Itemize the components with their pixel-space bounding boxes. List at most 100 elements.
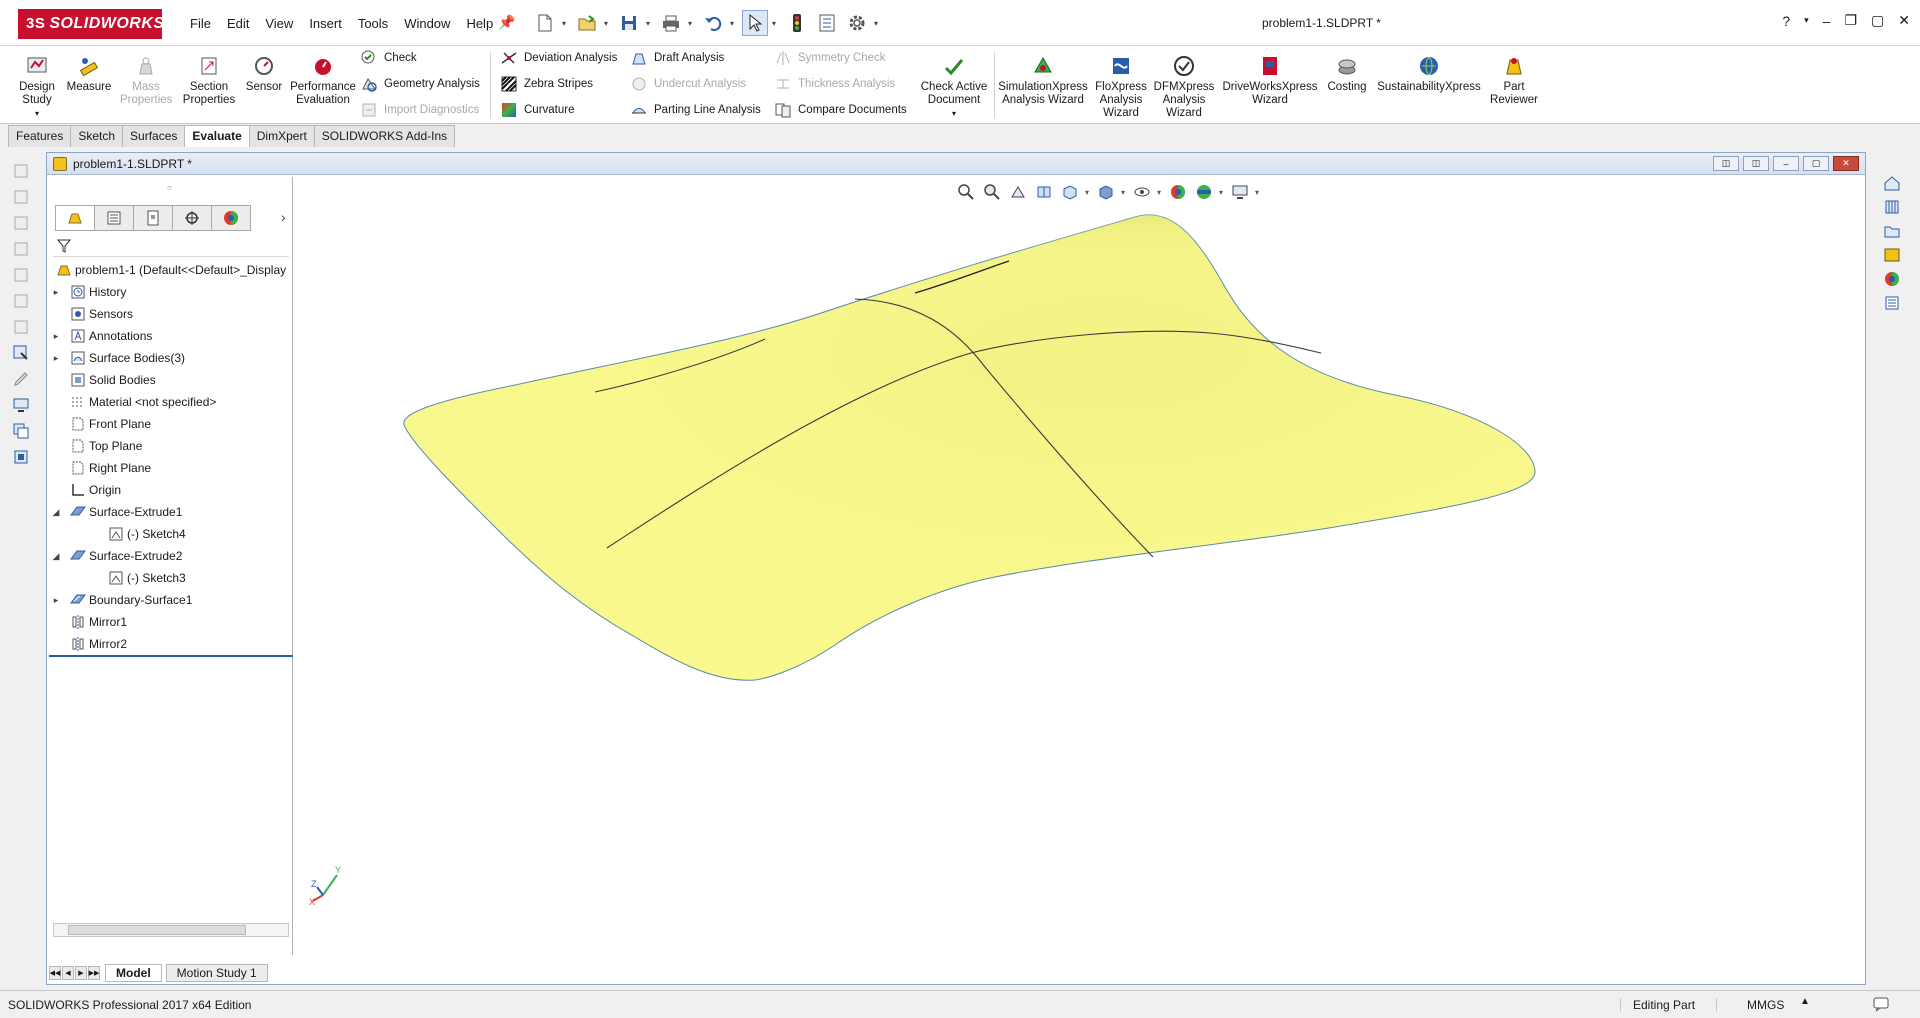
tree-item[interactable]: Material <not specified>: [49, 391, 293, 413]
help-icon[interactable]: ?: [1782, 13, 1790, 29]
configurationmanager-tab-icon[interactable]: [133, 205, 173, 231]
chevron-right-icon[interactable]: ›: [281, 209, 286, 225]
tab-motion-study-1[interactable]: Motion Study 1: [165, 964, 268, 982]
tree-item[interactable]: ▸ History: [49, 281, 293, 303]
expand-arrow-icon[interactable]: ▸: [51, 287, 61, 298]
select-dropdown-icon[interactable]: ▾: [772, 19, 780, 28]
tree-item[interactable]: Right Plane: [49, 457, 293, 479]
last-tab-icon[interactable]: ▶▶: [88, 966, 100, 980]
pin-menu-icon[interactable]: 📌: [498, 14, 515, 31]
file-properties-icon[interactable]: [814, 10, 840, 36]
toolbar-view-icon[interactable]: [10, 316, 32, 338]
tree-item[interactable]: Mirror1: [49, 611, 293, 633]
tab-dimxpert[interactable]: DimXpert: [248, 125, 315, 147]
check-active-document-dropdown-icon[interactable]: ▾: [918, 107, 990, 120]
driveworksxpress-button[interactable]: DriveWorksXpress Wizard: [1220, 54, 1320, 107]
unit-system-dropdown-icon[interactable]: ▲: [1800, 996, 1810, 1007]
toolbar-view-icon[interactable]: [10, 238, 32, 260]
solidworks-logo[interactable]: 3S SOLIDWORKS: [18, 9, 164, 39]
print-dropdown-icon[interactable]: ▾: [688, 19, 696, 28]
tree-item[interactable]: ▸ Surface Bodies(3): [49, 347, 293, 369]
tab-sketch[interactable]: Sketch: [70, 125, 124, 147]
tile-right-icon[interactable]: ◫: [1743, 156, 1769, 171]
tab-features[interactable]: Features: [8, 125, 72, 147]
close-icon[interactable]: ✕: [1898, 12, 1910, 29]
toolbar-selection-icon[interactable]: [10, 342, 32, 364]
unit-system-selector[interactable]: MMGS: [1716, 998, 1784, 1012]
tab-solidworks-add-ins[interactable]: SOLIDWORKS Add-Ins: [313, 125, 456, 147]
collapse-arrow-icon[interactable]: ◢: [51, 551, 61, 562]
menu-help[interactable]: Help: [458, 14, 501, 33]
featuremanager-tab-icon[interactable]: [55, 205, 95, 231]
menu-view[interactable]: View: [257, 14, 301, 33]
expand-arrow-icon[interactable]: ▸: [51, 595, 61, 606]
tree-item[interactable]: ▸ Boundary-Surface1: [49, 589, 293, 611]
maximize-icon[interactable]: ▢: [1871, 12, 1884, 29]
help-dropdown-icon[interactable]: ▾: [1804, 15, 1809, 26]
feature-tree-horizontal-scrollbar[interactable]: [53, 923, 289, 937]
check-button[interactable]: Check: [360, 48, 417, 68]
options-dropdown-icon[interactable]: ▾: [874, 19, 882, 28]
scrollbar-thumb[interactable]: [68, 925, 246, 935]
curvature-button[interactable]: Curvature: [500, 100, 575, 120]
custom-properties-icon[interactable]: [1880, 292, 1904, 314]
toolbar-view-icon[interactable]: [10, 264, 32, 286]
part-reviewer-button[interactable]: Part Reviewer: [1488, 54, 1540, 107]
tree-item[interactable]: Front Plane: [49, 413, 293, 435]
tree-item[interactable]: Sensors: [49, 303, 293, 325]
geometry-analysis-button[interactable]: Geometry Analysis: [360, 74, 480, 94]
minimize-icon[interactable]: –: [1823, 13, 1831, 29]
toolbar-edit-icon[interactable]: [10, 368, 32, 390]
zebra-stripes-button[interactable]: Zebra Stripes: [500, 74, 593, 94]
parting-line-analysis-button[interactable]: Parting Line Analysis: [630, 100, 761, 120]
tree-item[interactable]: Top Plane: [49, 435, 293, 457]
expand-arrow-icon[interactable]: ▸: [51, 353, 61, 364]
new-document-icon[interactable]: [532, 10, 558, 36]
tile-left-icon[interactable]: ◫: [1713, 156, 1739, 171]
tab-evaluate[interactable]: Evaluate: [184, 125, 250, 147]
print-icon[interactable]: [658, 10, 684, 36]
performance-evaluation-button[interactable]: Performance Evaluation: [290, 54, 356, 107]
menu-edit[interactable]: Edit: [219, 14, 257, 33]
surface-model-viewport[interactable]: [295, 177, 1865, 955]
dfmxpress-button[interactable]: DFMXpress Analysis Wizard: [1152, 54, 1216, 120]
tree-item[interactable]: (-) Sketch4: [49, 523, 293, 545]
doc-close-icon[interactable]: ✕: [1833, 156, 1859, 171]
costing-button[interactable]: Costing: [1324, 54, 1370, 94]
new-dropdown-icon[interactable]: ▾: [562, 19, 570, 28]
tree-item[interactable]: Origin: [49, 479, 293, 501]
doc-maximize-icon[interactable]: ▢: [1803, 156, 1829, 171]
first-tab-icon[interactable]: ◀◀: [49, 966, 61, 980]
tree-filter[interactable]: [53, 235, 289, 257]
rebuild-icon[interactable]: [784, 10, 810, 36]
tab-model[interactable]: Model: [105, 964, 162, 982]
section-properties-button[interactable]: Section Properties: [180, 54, 238, 107]
collapse-arrow-icon[interactable]: ◢: [51, 507, 61, 518]
dimxpertmanager-tab-icon[interactable]: [172, 205, 212, 231]
tree-root[interactable]: problem1-1 (Default<<Default>_Display: [49, 259, 293, 281]
view-palette-icon[interactable]: [1880, 244, 1904, 266]
appearances-scenes-icon[interactable]: [1880, 268, 1904, 290]
toolbar-view-icon[interactable]: [10, 212, 32, 234]
mass-properties-button[interactable]: Mass Properties: [120, 54, 172, 107]
menu-tools[interactable]: Tools: [350, 14, 396, 33]
floxpress-button[interactable]: FloXpress Analysis Wizard: [1094, 54, 1148, 120]
tree-item[interactable]: ◢ Surface-Extrude2: [49, 545, 293, 567]
tree-item[interactable]: ◢ Surface-Extrude1: [49, 501, 293, 523]
simulationxpress-button[interactable]: SimulationXpress Analysis Wizard: [996, 54, 1090, 107]
compare-documents-button[interactable]: Compare Documents: [774, 100, 907, 120]
pane-splitter-icon[interactable]: ○: [167, 183, 172, 192]
next-tab-icon[interactable]: ▶: [75, 966, 87, 980]
design-study-button[interactable]: Design Study ▾: [16, 54, 58, 120]
draft-analysis-button[interactable]: Draft Analysis: [630, 48, 724, 68]
deviation-analysis-button[interactable]: Deviation Analysis: [500, 48, 617, 68]
tree-item[interactable]: ▸ Annotations: [49, 325, 293, 347]
save-icon[interactable]: [616, 10, 642, 36]
menu-insert[interactable]: Insert: [301, 14, 350, 33]
undercut-analysis-button[interactable]: Undercut Analysis: [630, 74, 746, 94]
toolbar-view-icon[interactable]: [10, 186, 32, 208]
open-document-icon[interactable]: [574, 10, 600, 36]
sensor-button[interactable]: Sensor: [244, 54, 284, 94]
toolbar-paste-icon[interactable]: [10, 446, 32, 468]
undo-icon[interactable]: [700, 10, 726, 36]
